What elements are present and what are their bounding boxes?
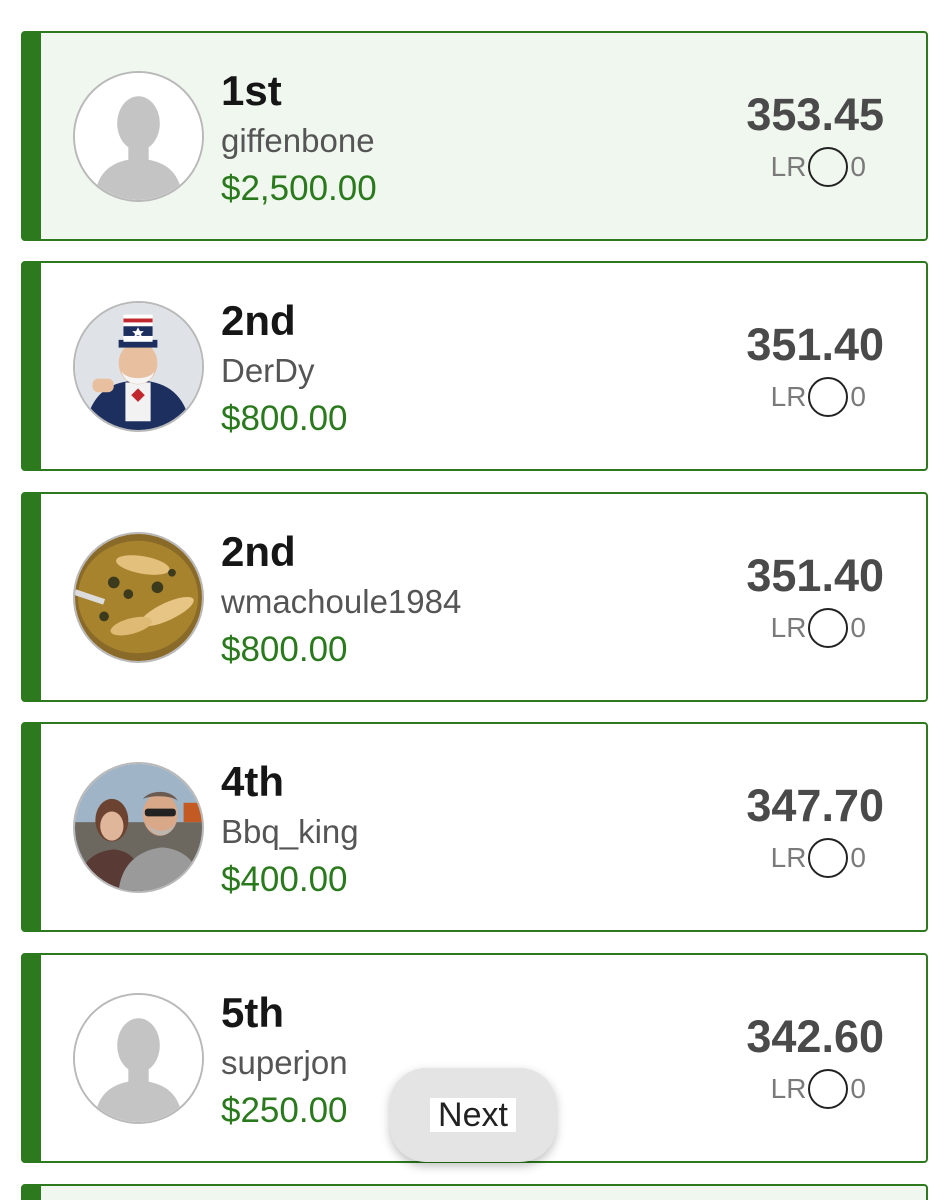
prize-amount: $2,500.00 <box>221 169 377 208</box>
username[interactable]: Bbq_king <box>221 813 359 851</box>
next-button-label: Next <box>430 1098 516 1132</box>
score-value: 353.45 <box>746 89 884 140</box>
circle-icon <box>808 377 849 417</box>
score-value: 351.40 <box>746 319 884 370</box>
prize-amount: $250.00 <box>221 1091 348 1130</box>
circle-icon <box>808 838 849 878</box>
username[interactable]: DerDy <box>221 352 315 390</box>
couple-photo-avatar-icon <box>73 762 204 893</box>
lr-value: 0 <box>850 1073 866 1104</box>
default-avatar-icon <box>73 71 204 202</box>
next-button[interactable]: Next <box>390 1068 556 1162</box>
rank-label: 5th <box>221 989 284 1036</box>
food-photo-avatar-icon <box>73 532 204 663</box>
score-value: 347.70 <box>746 780 884 831</box>
lr-value: 0 <box>850 612 866 643</box>
lr-label: LR <box>770 151 807 182</box>
lr-indicator: LR 0 <box>771 377 866 417</box>
leaderboard-entry[interactable]: 1st giffenbone $2,500.00 353.45 LR 0 <box>21 31 928 241</box>
lr-label: LR <box>770 1073 807 1104</box>
username[interactable]: superjon <box>221 1044 348 1082</box>
lr-label: LR <box>770 842 807 873</box>
prize-amount: $800.00 <box>221 630 348 669</box>
lr-label: LR <box>770 381 807 412</box>
leaderboard-entry-partial[interactable] <box>21 1184 928 1200</box>
leaderboard-entry[interactable]: 4th Bbq_king $400.00 347.70 LR 0 <box>21 722 928 932</box>
lr-value: 0 <box>850 381 866 412</box>
rank-label: 4th <box>221 758 284 805</box>
leaderboard-list: 1st giffenbone $2,500.00 353.45 LR 0 2nd… <box>0 0 948 1200</box>
username[interactable]: giffenbone <box>221 122 375 160</box>
rank-label: 2nd <box>221 528 296 575</box>
leaderboard-entry[interactable]: 2nd DerDy $800.00 351.40 LR 0 <box>21 261 928 471</box>
leaderboard-entry[interactable]: 2nd wmachoule1984 $800.00 351.40 LR 0 <box>21 492 928 702</box>
lr-indicator: LR 0 <box>771 1069 866 1109</box>
lr-label: LR <box>770 612 807 643</box>
score-value: 351.40 <box>746 550 884 601</box>
lr-indicator: LR 0 <box>771 147 866 187</box>
uncle-sam-avatar-icon <box>73 301 204 432</box>
prize-amount: $400.00 <box>221 860 348 899</box>
lr-value: 0 <box>850 842 866 873</box>
circle-icon <box>808 608 849 648</box>
username[interactable]: wmachoule1984 <box>221 583 461 621</box>
circle-icon <box>808 147 849 187</box>
rank-label: 1st <box>221 67 282 114</box>
rank-label: 2nd <box>221 297 296 344</box>
prize-amount: $800.00 <box>221 399 348 438</box>
lr-indicator: LR 0 <box>771 608 866 648</box>
circle-icon <box>808 1069 849 1109</box>
default-avatar-icon <box>73 993 204 1124</box>
score-value: 342.60 <box>746 1011 884 1062</box>
lr-value: 0 <box>850 151 866 182</box>
lr-indicator: LR 0 <box>771 838 866 878</box>
